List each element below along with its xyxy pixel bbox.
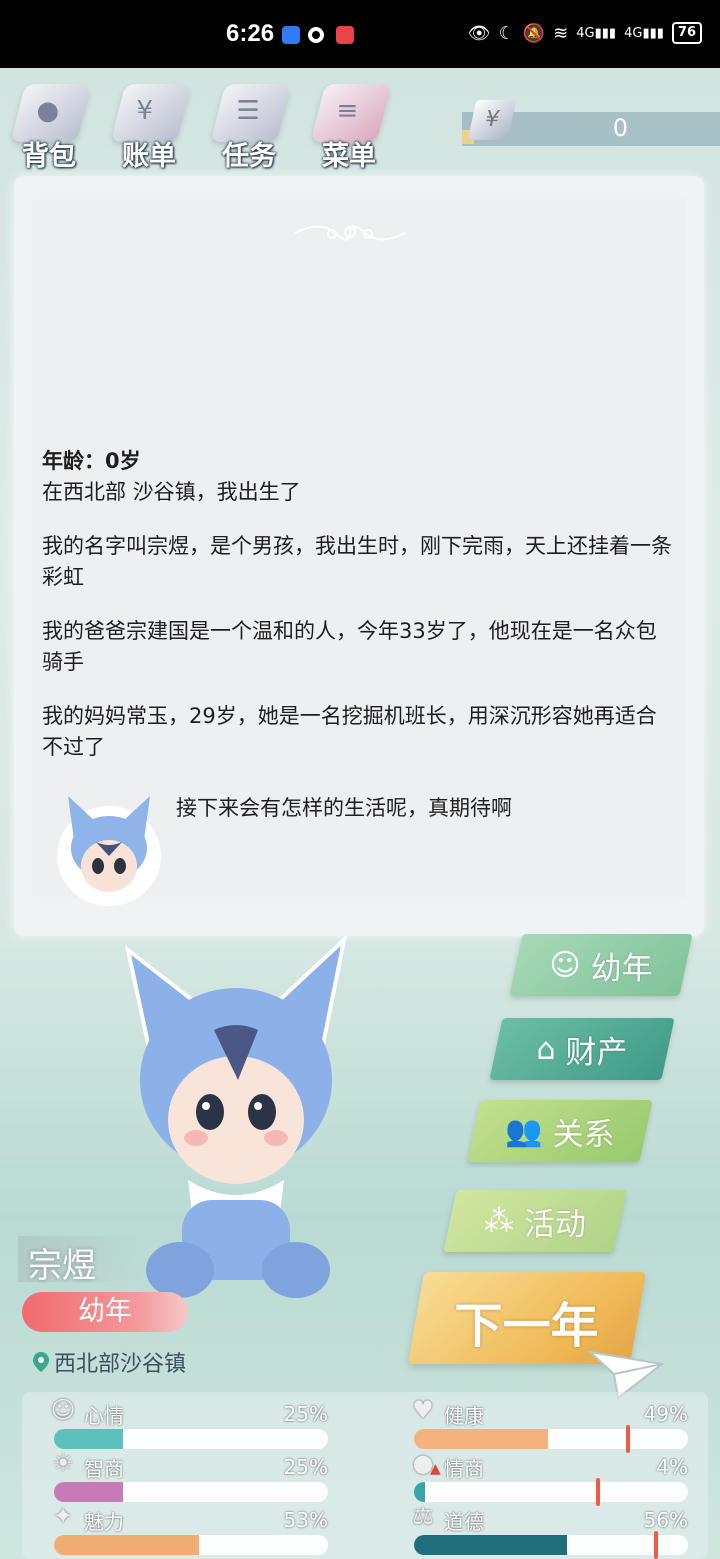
activity-label: 活动	[524, 1206, 586, 1243]
stat-eq: ● ▲ 情商 4%	[398, 1447, 688, 1506]
cloud-notification-icon	[282, 26, 300, 44]
money-amount: 0	[612, 114, 628, 142]
activity-button[interactable]: ⁂ 活动	[443, 1190, 627, 1252]
stat-percent: 25%	[283, 1455, 328, 1479]
status-time: 6:26	[226, 20, 275, 47]
status-icons: 👁 ☾ 🔕 ≋ 4G▮▮▮ 4G▮▮▮ 76	[468, 22, 702, 44]
eye-icon: 👁	[467, 22, 491, 44]
stat-bar	[54, 1535, 328, 1555]
stats-panel: ☺ 心情 25% ♥ 健康 49% ☀ 智商 25% ● ▲ 情商 4% ✦ 魅…	[22, 1392, 708, 1559]
stat-bar-fill	[414, 1535, 568, 1555]
baby-icon: ☺	[549, 947, 581, 983]
stat-bar-fill	[414, 1429, 549, 1449]
stat-bar	[414, 1429, 688, 1449]
money-display: ¥ 0	[462, 100, 720, 146]
bill-label: 账单	[122, 141, 176, 172]
stat-label: 道德	[444, 1510, 484, 1534]
top-toolbar: ● 背包 ¥ 账单 ☰ 任务 ≡ 菜单 ¥ 0	[0, 68, 720, 178]
heart-icon: ♥	[412, 1396, 434, 1424]
stat-bar	[414, 1482, 688, 1502]
relationship-button[interactable]: 👥 关系	[467, 1100, 653, 1162]
life-stage-badge: 幼年	[22, 1292, 188, 1332]
mute-icon: 🔕	[522, 22, 546, 44]
story-line: 在西北部 沙谷镇，我出生了	[42, 480, 301, 504]
smile-icon: ☺	[50, 1396, 76, 1424]
stat-charm: ✦ 魅力 53%	[38, 1500, 328, 1555]
avatar	[57, 796, 161, 906]
bulb-icon: ☀	[52, 1449, 74, 1477]
moon-icon: ☾	[498, 22, 515, 44]
book-notification-icon	[336, 26, 354, 44]
age-line: 年龄：0岁	[42, 449, 141, 473]
story-line: 我的爸爸宗建国是一个温和的人，今年33岁了，他现在是一名众包骑手	[42, 619, 657, 674]
task-button[interactable]: ☰ 任务	[204, 74, 294, 174]
wifi-icon: ≋	[553, 22, 569, 44]
signal-icon-2: 4G▮▮▮	[624, 25, 664, 41]
character-name: 宗煜	[28, 1246, 96, 1286]
stat-label: 情商	[444, 1457, 484, 1481]
warning-icon: ▲	[430, 1461, 441, 1477]
stat-mood: ☺ 心情 25%	[38, 1394, 328, 1449]
battery-indicator: 76	[671, 22, 702, 44]
stat-iq: ☀ 智商 25%	[38, 1447, 328, 1502]
ornament-icon	[294, 225, 406, 241]
stat-percent: 53%	[283, 1508, 328, 1532]
stat-bar-fill	[54, 1535, 200, 1555]
backpack-button[interactable]: ● 背包	[4, 74, 94, 174]
stat-bar	[54, 1429, 328, 1449]
stat-label: 智商	[84, 1457, 124, 1481]
stat-percent: 4%	[656, 1455, 688, 1479]
menu-button[interactable]: ≡ 菜单	[304, 74, 394, 174]
stat-label: 心情	[84, 1404, 124, 1428]
stat-bar	[54, 1482, 328, 1502]
property-label: 财产	[565, 1034, 628, 1071]
stat-bar-fill	[414, 1482, 425, 1502]
backpack-label: 背包	[22, 141, 76, 172]
yen-icon: ¥	[467, 100, 517, 140]
stat-morality: ⚖ 道德 56%	[398, 1500, 688, 1559]
stat-marker	[654, 1531, 658, 1559]
stat-percent: 49%	[643, 1402, 688, 1426]
stat-health: ♥ 健康 49%	[398, 1394, 688, 1453]
sparkle-icon: ✦	[52, 1502, 74, 1530]
menu-label: 菜单	[322, 141, 376, 172]
property-button[interactable]: ⌂ 财产	[489, 1018, 675, 1080]
story-text: 年龄：0岁 在西北部 沙谷镇，我出生了 我的名字叫宗煜，是个男孩，我出生时，刚下…	[42, 446, 672, 786]
character-illustration	[124, 934, 348, 1298]
task-label: 任务	[222, 141, 276, 172]
location-label: 西北部沙谷镇	[54, 1352, 187, 1377]
infancy-button[interactable]: ☺ 幼年	[509, 934, 693, 996]
closing-line: 接下来会有怎样的生活呢，真期待啊	[176, 796, 512, 820]
relationship-label: 关系	[552, 1116, 615, 1153]
house-icon: ⌂	[536, 1031, 556, 1067]
story-panel: 年龄：0岁 在西北部 沙谷镇，我出生了 我的名字叫宗煜，是个男孩，我出生时，刚下…	[14, 176, 704, 936]
stat-bar-fill	[54, 1482, 123, 1502]
circle-notification-icon	[308, 27, 324, 43]
bill-button[interactable]: ¥ 账单	[104, 74, 194, 174]
stat-label: 魅力	[84, 1510, 124, 1534]
stat-bar-fill	[54, 1429, 123, 1449]
people-icon: 👥	[505, 1113, 543, 1149]
signal-icon: 4G▮▮▮	[576, 25, 617, 41]
story-line: 我的妈妈常玉，29岁，她是一名挖掘机班长，用深沉形容她再适合不过了	[42, 704, 657, 759]
location-pin-icon	[33, 1352, 49, 1372]
stat-bar	[414, 1535, 688, 1555]
stat-percent: 56%	[643, 1508, 688, 1532]
story-line: 我的名字叫宗煜，是个男孩，我出生时，刚下完雨，天上还挂着一条彩虹	[42, 534, 672, 589]
scale-icon: ⚖	[412, 1502, 434, 1530]
infancy-label: 幼年	[590, 950, 653, 987]
location: 西北部沙谷镇	[32, 1346, 186, 1378]
activity-icon: ⁂	[484, 1203, 514, 1239]
status-bar: 6:26 👁 ☾ 🔕 ≋ 4G▮▮▮ 4G▮▮▮ 76	[0, 0, 720, 68]
stat-label: 健康	[444, 1404, 484, 1428]
stat-percent: 25%	[283, 1402, 328, 1426]
